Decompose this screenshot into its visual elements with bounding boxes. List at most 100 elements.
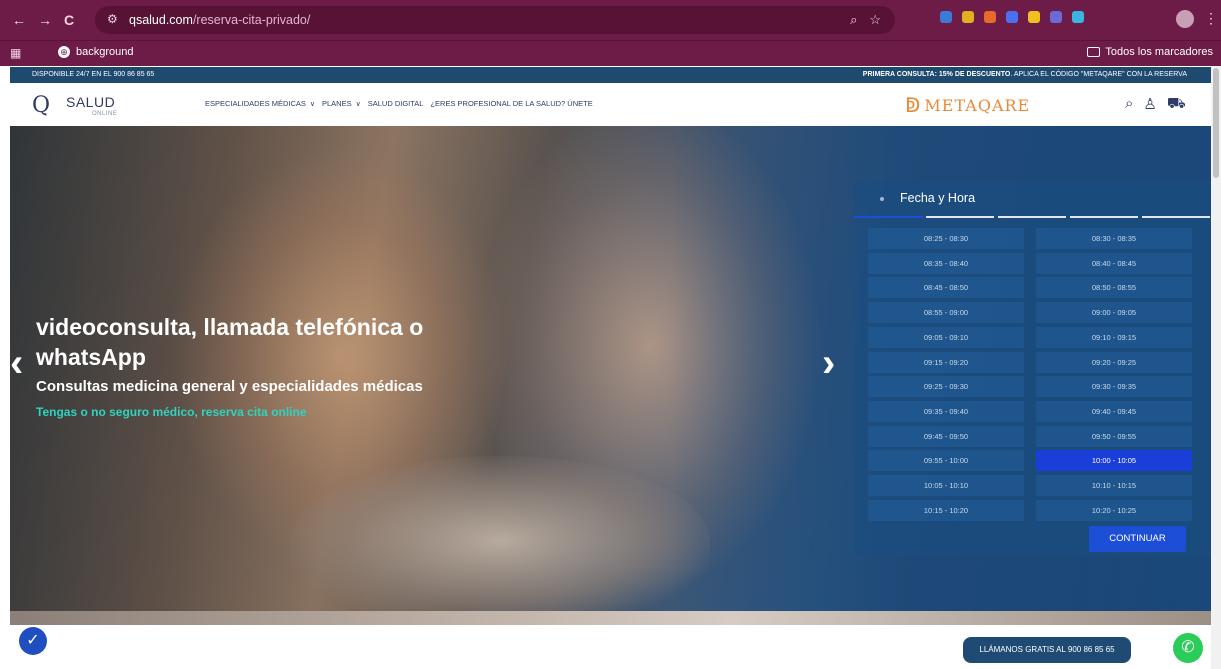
next-arrow-icon[interactable]: › <box>822 343 835 383</box>
time-slot[interactable]: 08:25 - 08:30 <box>868 228 1024 249</box>
step-underline <box>1142 216 1210 218</box>
logo-text: SALUD <box>66 94 116 110</box>
logo-subtext: ONLINE <box>92 111 118 117</box>
promo-topbar: DISPONIBLE 24/7 EN EL 900 86 85 65 PRIME… <box>10 67 1211 83</box>
time-slot[interactable]: 09:10 - 09:15 <box>1036 326 1192 348</box>
extension-icon[interactable] <box>984 11 996 23</box>
time-slot[interactable]: 09:30 - 09:35 <box>1036 376 1192 398</box>
chevron-down-icon: ∨ <box>355 101 361 108</box>
step-underline-active <box>854 216 924 218</box>
time-slot[interactable]: 10:15 - 10:20 <box>868 499 1024 521</box>
extensions-row <box>940 11 1084 23</box>
url-host: qsalud.com <box>129 13 193 27</box>
time-slot[interactable]: 09:55 - 10:00 <box>868 450 1024 472</box>
forward-icon[interactable]: → <box>38 12 52 28</box>
time-slot[interactable]: 09:20 - 09:25 <box>1036 351 1192 373</box>
main-menu: ESPECIALIDADES MÉDICAS ∨ PLANES ∨ SALUD DIGI… <box>205 99 593 108</box>
time-slot[interactable]: 08:35 - 08:40 <box>868 252 1024 274</box>
time-slot[interactable]: 09:40 - 09:45 <box>1036 400 1192 422</box>
time-slot[interactable]: 09:45 - 09:50 <box>868 425 1024 447</box>
step-dot-icon <box>880 197 884 201</box>
logo-mark: Q <box>32 93 51 118</box>
time-slot[interactable]: 09:15 - 09:20 <box>868 351 1024 373</box>
site-info-icon[interactable]: ⚙ <box>107 12 118 26</box>
reload-icon[interactable]: C <box>64 12 74 28</box>
time-slot[interactable]: 08:30 - 08:35 <box>1036 228 1192 249</box>
time-slot[interactable]: 08:55 - 09:00 <box>868 302 1024 324</box>
profile-avatar[interactable] <box>1176 10 1194 28</box>
menu-kebab-icon[interactable]: ⋮ <box>1204 10 1218 27</box>
continue-button[interactable]: CONTINUAR <box>1089 526 1186 552</box>
menu-item[interactable]: ESPECIALIDADES MÉDICAS ∨ <box>205 99 315 108</box>
accessibility-icon[interactable]: ✓ <box>19 627 47 655</box>
metaqare-logo[interactable]: ↁ METAQARE <box>905 93 1030 118</box>
search-icon[interactable]: ⌕ <box>1125 95 1133 114</box>
site-header: Q SALUD ONLINE ESPECIALIDADES MÉDICAS ∨ PL… <box>10 83 1211 126</box>
menu-item-label: ¿ERES PROFESIONAL DE LA SALUD? ÚNETE <box>430 99 593 108</box>
step-underline <box>1070 216 1138 218</box>
extension-icon[interactable] <box>962 11 974 23</box>
next-section-image <box>10 611 1211 625</box>
time-slot[interactable]: 10:10 - 10:15 <box>1036 475 1192 496</box>
zoom-icon[interactable]: ⌕ <box>850 12 857 27</box>
time-slot[interactable]: 09:05 - 09:10 <box>868 326 1024 348</box>
extension-icon[interactable] <box>940 11 952 23</box>
folder-icon <box>1087 47 1101 57</box>
booking-steps: Fecha y Hora <box>854 181 1211 218</box>
url-path: /reserva-cita-privado/ <box>192 13 311 27</box>
browser-toolbar: ← → C ⚙ qsalud.com/reserva-cita-privado/… <box>0 0 1221 40</box>
step-underline <box>926 216 994 218</box>
menu-item[interactable]: SALUD DIGITAL <box>368 99 424 108</box>
menu-item-label: ESPECIALIDADES MÉDICAS <box>205 99 306 108</box>
extension-icon[interactable] <box>1072 11 1084 23</box>
globe-icon: ⊕ <box>58 46 70 58</box>
time-slot[interactable]: 09:25 - 09:30 <box>868 376 1024 398</box>
scrollbar-thumb[interactable] <box>1213 68 1219 178</box>
call-free-button[interactable]: LLÁMANOS GRATIS AL 900 86 85 65 <box>963 637 1131 663</box>
cart-icon[interactable]: ⛟ <box>1167 95 1186 114</box>
bookmarks-bar: ▦ ⊕ background Todos los marcadores <box>0 40 1221 66</box>
time-slot[interactable]: 08:50 - 08:55 <box>1036 277 1192 299</box>
hero-subtitle: Consultas medicina general y especialida… <box>36 378 423 395</box>
availability-text: DISPONIBLE 24/7 EN EL 900 86 85 65 <box>32 71 155 78</box>
booking-widget: Fecha y Hora 08:25 - 08:30 08:35 - 08:40 0… <box>854 181 1211 556</box>
page-scrollbar[interactable] <box>1211 66 1221 669</box>
step-underline <box>998 216 1066 218</box>
promo-rest: . APLICA EL CÓDIGO "METAQARE" CON LA RES… <box>1010 71 1187 78</box>
time-slot[interactable]: 08:45 - 08:50 <box>868 277 1024 299</box>
metaqare-mark-icon: ↁ <box>905 95 921 117</box>
whatsapp-icon[interactable]: ✆ <box>1173 633 1203 663</box>
bookmark-label: background <box>76 46 134 58</box>
star-icon[interactable]: ☆ <box>869 12 881 27</box>
apps-grid-icon[interactable]: ▦ <box>10 46 21 60</box>
time-slot[interactable]: 10:20 - 10:25 <box>1036 499 1192 521</box>
bookmark-background[interactable]: ⊕ background <box>58 46 134 58</box>
address-bar[interactable]: ⚙ qsalud.com/reserva-cita-privado/ ⌕ ☆ <box>95 6 895 34</box>
extension-icon[interactable] <box>1006 11 1018 23</box>
prev-arrow-icon[interactable]: ‹ <box>10 343 23 383</box>
promo-bold: PRIMERA CONSULTA: 15% DE DESCUENTO <box>862 71 1011 78</box>
back-icon[interactable]: ← <box>12 12 26 28</box>
hero-cta-text: Tengas o no seguro médico, reserva cita … <box>36 405 307 419</box>
time-slot[interactable]: 10:05 - 10:10 <box>868 475 1024 496</box>
time-slot[interactable]: 08:40 - 08:45 <box>1036 252 1192 274</box>
all-bookmarks-button[interactable]: Todos los marcadores <box>1087 46 1213 58</box>
all-bookmarks-label: Todos los marcadores <box>1105 46 1213 58</box>
menu-item-label: PLANES <box>322 99 352 108</box>
menu-item-label: SALUD DIGITAL <box>367 99 424 108</box>
promo-text: PRIMERA CONSULTA: 15% DE DESCUENTO. APLI… <box>863 67 1187 83</box>
menu-item[interactable]: ¿ERES PROFESIONAL DE LA SALUD? ÚNETE <box>430 99 592 108</box>
extension-icon[interactable] <box>1050 11 1062 23</box>
metaqare-text: METAQARE <box>924 96 1031 115</box>
extension-icon[interactable] <box>1028 11 1040 23</box>
user-icon[interactable]: ♙ <box>1143 95 1156 114</box>
time-slot[interactable]: 09:00 - 09:05 <box>1036 302 1192 324</box>
url-text[interactable]: qsalud.com/reserva-cita-privado/ <box>129 13 310 27</box>
time-slot[interactable]: 09:35 - 09:40 <box>868 400 1024 422</box>
time-slot[interactable]: 09:50 - 09:55 <box>1036 425 1192 447</box>
menu-item[interactable]: PLANES ∨ <box>322 99 361 108</box>
hero-title: videoconsulta, llamada telefónica o what… <box>36 314 424 370</box>
qsalud-logo[interactable]: Q SALUD ONLINE <box>32 91 122 119</box>
chevron-down-icon: ∨ <box>309 101 315 108</box>
time-slot[interactable]: 10:00 - 10:05 <box>1036 450 1192 472</box>
